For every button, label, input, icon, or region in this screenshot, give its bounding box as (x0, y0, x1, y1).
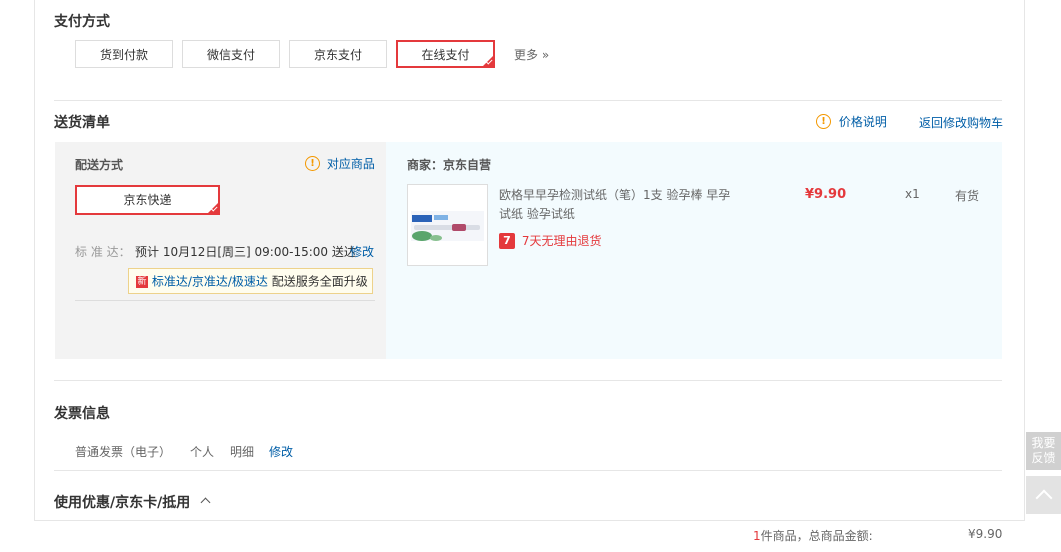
selected-check-icon (207, 202, 219, 214)
selected-check-icon (482, 55, 494, 67)
pay-jdpay-button[interactable]: 京东支付 (289, 40, 387, 68)
return-policy-label: 7天无理由退货 (521, 234, 602, 248)
delivery-tip-text: 配送服务全面升级 (271, 274, 368, 289)
pregnancy-test-image (411, 211, 484, 241)
divider (75, 300, 375, 301)
jd-express-label: 京东快递 (123, 193, 172, 207)
summary-count: 1件商品，总商品金额: (753, 527, 873, 544)
back-to-cart-link[interactable]: 返回修改购物车 (919, 114, 1003, 131)
delivery-tip-link[interactable]: 标准达/京准达/极速达 (152, 275, 268, 289)
standard-delivery-label: 标 准 达： (75, 245, 131, 259)
product-price: ¥9.90 (805, 187, 847, 202)
product-name-line2[interactable]: 试纸 验孕试纸 (499, 205, 575, 222)
invoice-type: 普通发票（电子） (75, 445, 172, 459)
stock-status: 有货 (955, 189, 980, 203)
new-badge-icon: 新 (136, 275, 148, 288)
product-name-line1[interactable]: 欧格早早孕检测试纸（笔）1支 验孕棒 早孕 (499, 186, 730, 203)
feedback-line2: 反馈 (1031, 451, 1056, 465)
item-count: 1 (753, 529, 761, 543)
warning-icon: ! (305, 156, 320, 171)
summary-count-label: 件商品，总商品金额: (760, 529, 873, 543)
invoice-title: 发票信息 (54, 406, 110, 422)
standard-delivery-time: 预计 10月12日[周三] 09:00-15:00 送达 (135, 245, 356, 259)
summary-total: ¥9.90 (968, 527, 1003, 541)
pay-more-link[interactable]: 更多 » (514, 46, 549, 63)
matching-goods-label: 对应商品 (326, 157, 375, 171)
delivery-modify-link[interactable]: 修改 (350, 243, 374, 260)
chevron-up-icon (200, 497, 211, 508)
merchant-label: 商家：京东自营 (407, 158, 492, 172)
pay-online-label: 在线支付 (421, 48, 470, 62)
shipping-list-title: 送货清单 (54, 115, 110, 131)
feedback-line1: 我要 (1031, 436, 1056, 450)
divider (54, 100, 1002, 101)
chevron-up-icon (1035, 489, 1053, 507)
matching-goods-link[interactable]: ! 对应商品 (305, 155, 375, 172)
coupon-title: 使用优惠/京东卡/抵用 (54, 495, 191, 511)
pay-wechat-button[interactable]: 微信支付 (182, 40, 280, 68)
pay-cod-button[interactable]: 货到付款 (75, 40, 173, 68)
price-note-label: 价格说明 (838, 115, 887, 129)
invoice-modify-link[interactable]: 修改 (269, 443, 293, 460)
coupon-section-toggle[interactable]: 使用优惠/京东卡/抵用 (54, 492, 211, 512)
divider (54, 380, 1002, 381)
pay-online-button[interactable]: 在线支付 (396, 40, 495, 68)
product-quantity: x1 (905, 187, 920, 201)
delivery-upgrade-tip: 新 标准达/京准达/极速达 配送服务全面升级 (128, 268, 373, 294)
product-image[interactable] (407, 184, 488, 266)
payment-title: 支付方式 (54, 14, 110, 30)
divider (54, 470, 1002, 471)
jd-express-option[interactable]: 京东快递 (75, 185, 220, 215)
warning-icon: ! (816, 114, 831, 129)
feedback-button[interactable]: 我要 反馈 (1026, 432, 1061, 470)
back-to-top-button[interactable] (1026, 476, 1061, 514)
price-note-link[interactable]: ! 价格说明 (816, 113, 887, 130)
seven-day-return-icon: 7 (499, 232, 515, 249)
return-policy: 7 7天无理由退货 (499, 232, 601, 249)
invoice-holder: 个人 (190, 445, 215, 459)
delivery-method-label: 配送方式 (75, 158, 124, 172)
invoice-content: 明细 (230, 445, 255, 459)
